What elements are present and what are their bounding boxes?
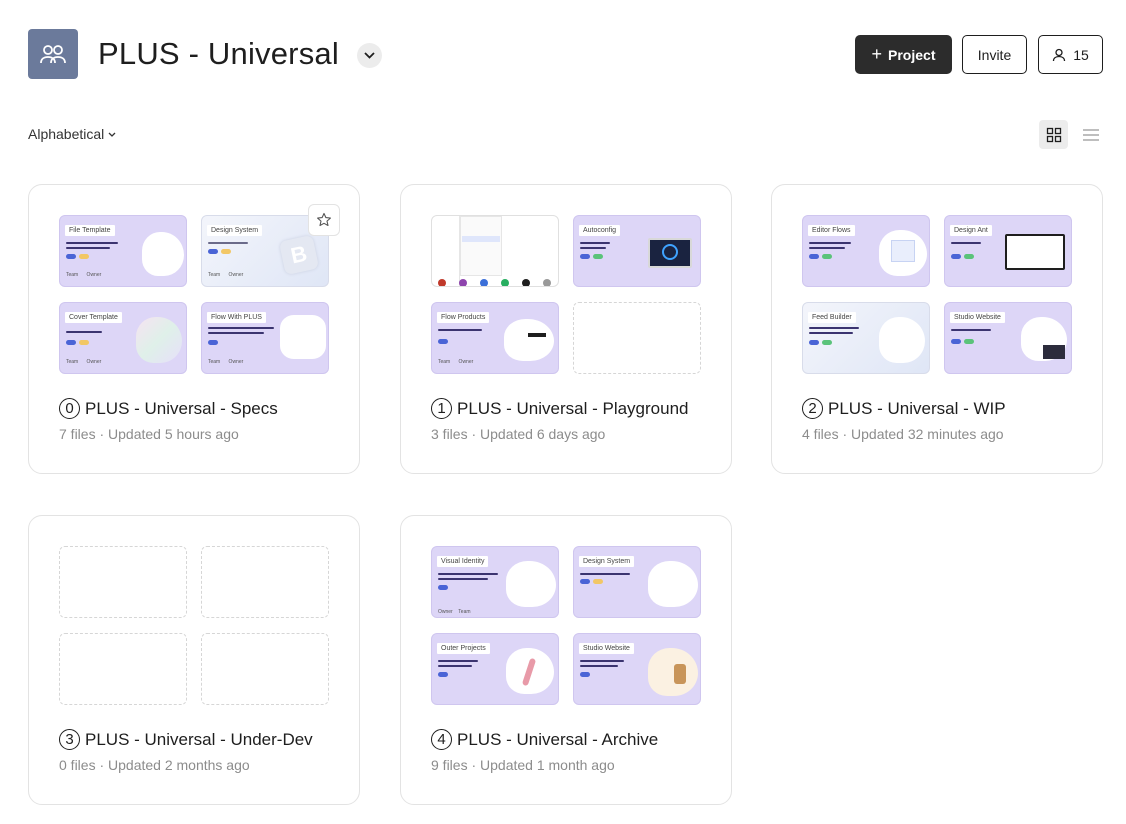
project-name: PLUS - Universal - WIP	[828, 398, 1006, 418]
project-number: 3	[59, 729, 80, 750]
project-card[interactable]: Autoconfig Flow Products Team Owner 1 PL…	[400, 184, 732, 474]
thumbnail-label: Cover Template	[65, 312, 122, 323]
file-thumbnail[interactable]: Flow Products Team Owner	[431, 302, 559, 374]
project-number: 1	[431, 398, 452, 419]
project-number: 0	[59, 398, 80, 419]
file-thumbnail[interactable]: Design System	[573, 546, 701, 618]
thumbnail-label: Editor Flows	[808, 225, 855, 236]
page-title: PLUS - Universal	[98, 36, 339, 71]
list-view-toggle[interactable]	[1076, 120, 1105, 149]
project-name: PLUS - Universal - Archive	[457, 729, 659, 749]
grid-view-toggle[interactable]	[1039, 120, 1068, 149]
file-thumbnail[interactable]	[431, 215, 559, 287]
project-title[interactable]: 0 PLUS - Universal - Specs	[59, 398, 278, 419]
thumbnail-label: Flow With PLUS	[207, 312, 266, 323]
project-title[interactable]: 3 PLUS - Universal - Under-Dev	[59, 729, 313, 750]
invite-label: Invite	[977, 46, 1012, 63]
thumbnail-label: Feed Builder	[808, 312, 856, 323]
file-thumbnail-empty	[201, 546, 329, 618]
list-icon	[1082, 128, 1099, 141]
sort-label: Alphabetical	[28, 126, 105, 142]
file-thumbnail-empty	[573, 302, 701, 374]
file-thumbnail[interactable]: Flow With PLUS Team Owner	[201, 302, 329, 374]
file-thumbnail[interactable]: Visual Identity Owner Team	[431, 546, 559, 618]
sort-dropdown[interactable]: Alphabetical	[28, 126, 116, 142]
thumbnail-label: Outer Projects	[437, 643, 490, 654]
star-icon	[317, 212, 331, 227]
project-title[interactable]: 2 PLUS - Universal - WIP	[802, 398, 1006, 419]
thumbnail-label: File Template	[65, 225, 115, 236]
thumbnail-label: Design Ant	[950, 225, 992, 236]
project-meta: 3 files · Updated 6 days ago	[431, 426, 606, 442]
favorite-button[interactable]	[308, 204, 340, 236]
new-project-label: Project	[888, 46, 936, 63]
project-meta: 7 files · Updated 5 hours ago	[59, 426, 239, 442]
file-thumbnail[interactable]: Editor Flows	[802, 215, 930, 287]
team-avatar	[28, 29, 78, 79]
file-thumbnail-empty	[201, 633, 329, 705]
project-meta: 0 files · Updated 2 months ago	[59, 757, 250, 773]
project-name: PLUS - Universal - Playground	[457, 398, 689, 418]
thumbnail-label: Studio Website	[579, 643, 634, 654]
grid-icon	[1046, 127, 1061, 142]
thumbnail-label: Visual Identity	[437, 556, 489, 567]
user-icon	[1053, 48, 1066, 61]
invite-button[interactable]: Invite	[962, 35, 1027, 74]
thumbnail-label: Studio Website	[950, 312, 1005, 323]
file-thumbnail[interactable]: File Template Team Owner	[59, 215, 187, 287]
project-number: 2	[802, 398, 823, 419]
members-count: 15	[1073, 46, 1089, 63]
members-button[interactable]: 15	[1038, 35, 1103, 74]
file-thumbnail[interactable]: Feed Builder	[802, 302, 930, 374]
team-menu-chevron[interactable]	[357, 43, 382, 68]
file-thumbnail[interactable]: Outer Projects	[431, 633, 559, 705]
project-card[interactable]: 3 PLUS - Universal - Under-Dev 0 files ·…	[28, 515, 360, 805]
thumbnail-label: Design System	[207, 225, 263, 236]
chevron-down-icon	[364, 52, 375, 59]
project-meta: 9 files · Updated 1 month ago	[431, 757, 615, 773]
file-thumbnail-empty	[59, 633, 187, 705]
project-name: PLUS - Universal - Under-Dev	[85, 729, 313, 749]
team-icon	[40, 45, 66, 64]
project-title[interactable]: 4 PLUS - Universal - Archive	[431, 729, 658, 750]
project-name: PLUS - Universal - Specs	[85, 398, 278, 418]
thumbnail-label: Autoconfig	[579, 225, 621, 236]
new-project-button[interactable]: + Project	[855, 35, 952, 74]
file-thumbnail[interactable]: Cover Template Team Owner	[59, 302, 187, 374]
project-card[interactable]: Editor Flows Design Ant Feed Builder Stu…	[771, 184, 1103, 474]
project-title[interactable]: 1 PLUS - Universal - Playground	[431, 398, 688, 419]
file-thumbnail[interactable]: Studio Website	[944, 302, 1072, 374]
chevron-down-icon	[108, 132, 116, 137]
file-thumbnail[interactable]: Studio Website	[573, 633, 701, 705]
plus-icon: +	[871, 43, 883, 64]
project-number: 4	[431, 729, 452, 750]
file-thumbnail[interactable]: Autoconfig	[573, 215, 701, 287]
thumbnail-label: Flow Products	[437, 312, 490, 323]
project-card[interactable]: Visual Identity Owner Team Design System…	[400, 515, 732, 805]
file-thumbnail-empty	[59, 546, 187, 618]
thumbnail-label: Design System	[579, 556, 635, 567]
project-meta: 4 files · Updated 32 minutes ago	[802, 426, 1004, 442]
file-thumbnail[interactable]: Design Ant	[944, 215, 1072, 287]
